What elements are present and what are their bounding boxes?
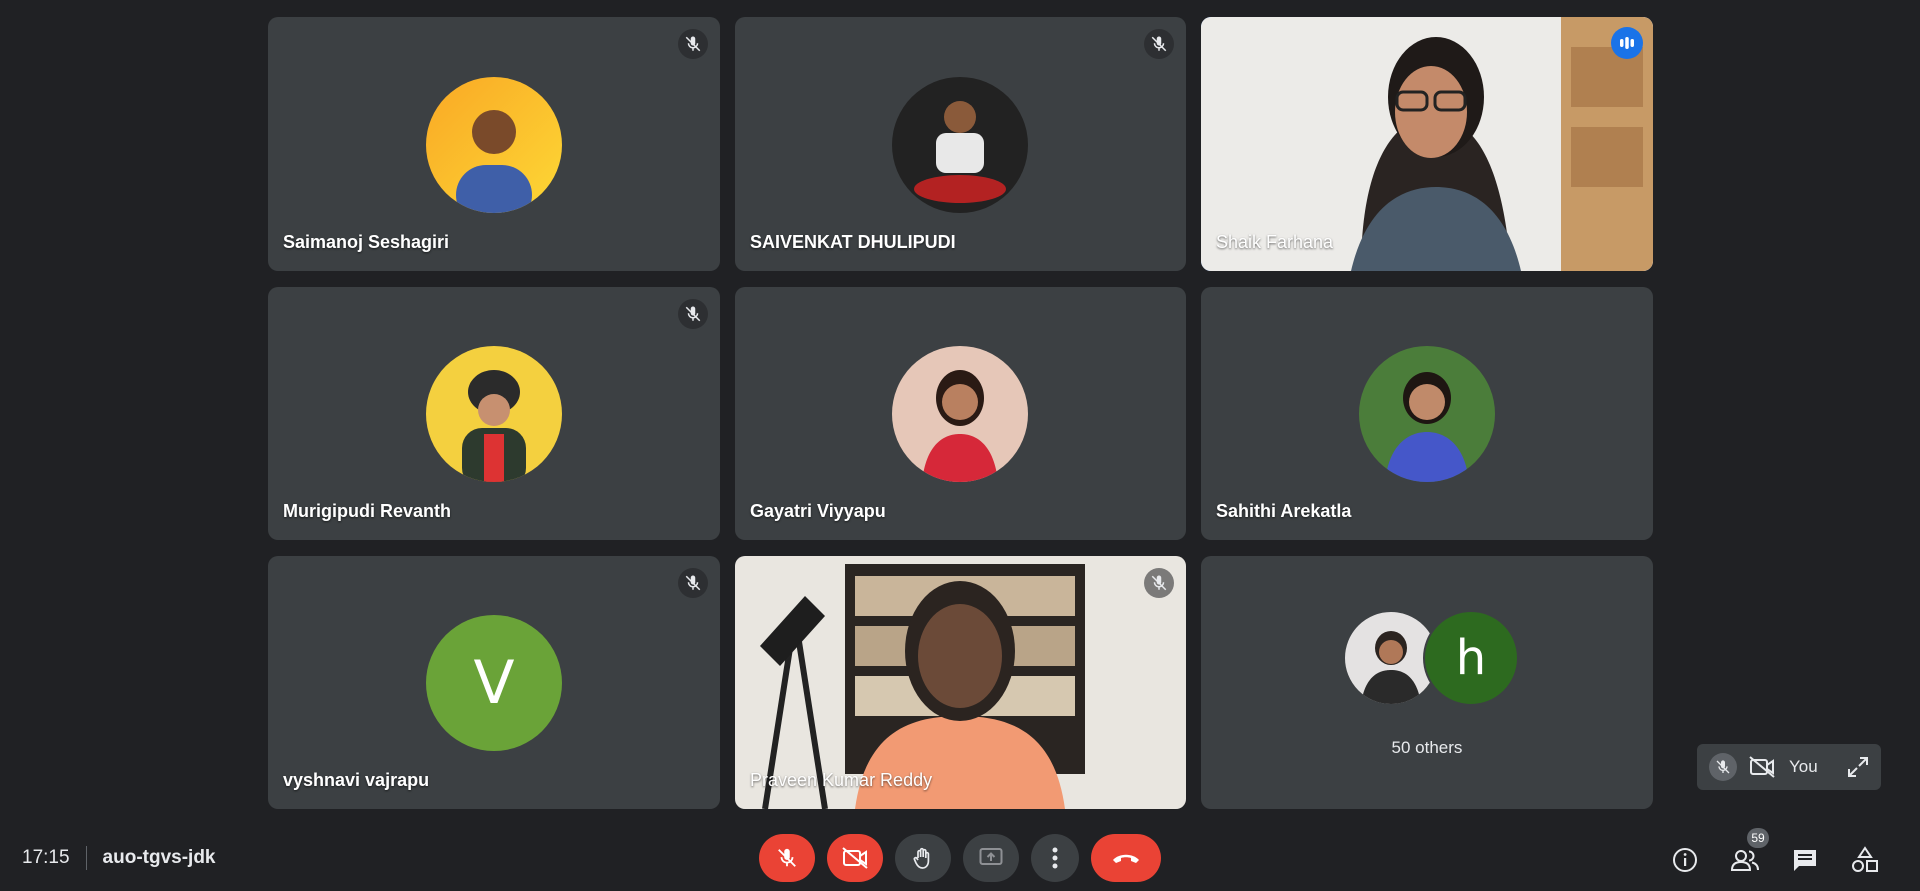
- participant-tile-sahithi[interactable]: Sahithi Arekatla: [1201, 287, 1653, 540]
- avatar: [426, 346, 562, 482]
- participant-tile-saivenkat[interactable]: SAIVENKAT DHULIPUDI: [735, 17, 1186, 271]
- participant-name: Murigipudi Revanth: [283, 501, 451, 521]
- expand-icon[interactable]: [1847, 756, 1869, 778]
- people-button[interactable]: 59: [1723, 828, 1769, 882]
- raise-hand-button[interactable]: [895, 834, 951, 882]
- participant-tile-saimanoj[interactable]: Saimanoj Seshagiri: [268, 17, 720, 271]
- self-view-label: You: [1789, 757, 1818, 776]
- side-panel-controls: 59: [1663, 828, 1887, 882]
- mic-off-icon: [1144, 29, 1174, 59]
- participant-count-badge: 59: [1747, 828, 1769, 848]
- speaking-indicator-icon: [1611, 27, 1643, 59]
- participant-tile-shaik-farhana[interactable]: Shaik Farhana: [1201, 17, 1653, 271]
- participant-name: SAIVENKAT DHULIPUDI: [750, 232, 956, 252]
- avatar: [1359, 346, 1495, 482]
- meeting-details-button[interactable]: [1663, 838, 1707, 882]
- participant-tile-revanth[interactable]: Murigipudi Revanth: [268, 287, 720, 540]
- participant-name: Saimanoj Seshagiri: [283, 232, 450, 252]
- activities-icon: [1852, 846, 1878, 872]
- activities-button[interactable]: [1843, 838, 1887, 882]
- meeting-time: 17:15: [22, 847, 70, 868]
- meeting-code[interactable]: auo-tgvs-jdk: [103, 847, 216, 869]
- participant-name: Praveen Kumar Reddy: [750, 770, 933, 790]
- toggle-mic-button[interactable]: [759, 834, 815, 882]
- info-icon: [1673, 848, 1697, 872]
- present-icon: [979, 848, 1003, 865]
- divider: [85, 846, 87, 870]
- others-avatar-group: h: [1343, 610, 1533, 706]
- more-options-button[interactable]: [1031, 834, 1079, 882]
- call-controls: [759, 834, 1173, 882]
- participant-name: Sahithi Arekatla: [1216, 501, 1352, 521]
- participant-tile-gayatri[interactable]: Gayatri Viyyapu: [735, 287, 1186, 540]
- others-count-label: 50 others: [1391, 738, 1463, 757]
- chat-button[interactable]: [1783, 838, 1827, 882]
- toggle-camera-button[interactable]: [827, 834, 883, 882]
- avatar: [892, 346, 1028, 482]
- present-screen-button[interactable]: [963, 834, 1019, 882]
- self-view[interactable]: You: [1697, 744, 1881, 790]
- mic-off-icon: [1709, 753, 1737, 781]
- participant-name: vyshnavi vajrapu: [283, 770, 430, 790]
- mic-off-icon: [778, 848, 796, 867]
- avatar: [892, 77, 1028, 213]
- camera-off-icon: [842, 847, 868, 869]
- participant-name: Shaik Farhana: [1216, 232, 1334, 252]
- camera-off-icon: [1749, 756, 1775, 778]
- avatar: [426, 77, 562, 213]
- others-tile[interactable]: h 50 others: [1201, 556, 1653, 809]
- people-icon: [1730, 850, 1759, 871]
- participant-tile-vyshnavi[interactable]: V vyshnavi vajrapu: [268, 556, 720, 809]
- avatar: V: [426, 615, 562, 751]
- mic-off-icon: [678, 29, 708, 59]
- more-options-icon: [1052, 847, 1058, 869]
- participant-name: Gayatri Viyyapu: [750, 501, 886, 521]
- raise-hand-icon: [913, 847, 930, 869]
- mic-off-icon: [1144, 568, 1174, 598]
- hang-up-icon: [1113, 854, 1139, 863]
- avatar: h: [1423, 610, 1519, 706]
- meeting-info: 17:15 auo-tgvs-jdk: [22, 846, 216, 870]
- chat-icon: [1794, 850, 1816, 871]
- leave-call-button[interactable]: [1091, 834, 1161, 882]
- meet-stage: Saimanoj Seshagiri SAIVENKAT DHULIPUDI S…: [0, 0, 1920, 891]
- participant-tile-praveen[interactable]: Praveen Kumar Reddy: [735, 556, 1186, 809]
- mic-off-icon: [678, 299, 708, 329]
- mic-off-icon: [678, 568, 708, 598]
